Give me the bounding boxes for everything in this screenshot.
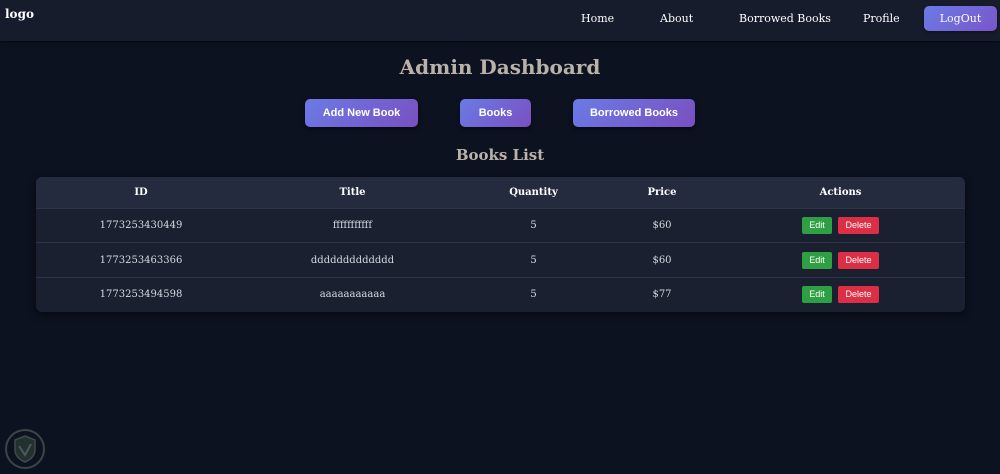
cell-actions: Edit Delete <box>716 208 965 243</box>
table-row: 1773253463366 ddddddddddddd 5 $60 Edit De… <box>36 242 965 278</box>
cell-actions: Edit Delete <box>716 243 965 278</box>
column-header-quantity: Quantity <box>509 186 558 198</box>
cell-id: 1773253463366 <box>99 254 183 266</box>
table-row: 1773253430449 fffffffffff 5 $60 Edit Dele… <box>36 208 965 243</box>
books-table: ID Title Quantity Price Actions 17732534… <box>36 177 965 312</box>
nav-link-borrowed-books[interactable]: Borrowed Books <box>739 12 831 25</box>
cell-title: ddddddddddddd <box>310 254 395 266</box>
cell-quantity: 5 <box>530 219 537 231</box>
table-row: 1773253494598 aaaaaaaaaaa 5 $77 Edit Dele… <box>36 277 965 312</box>
nav-link-about[interactable]: About <box>660 12 693 25</box>
column-header-price: Price <box>647 186 677 198</box>
delete-button[interactable]: Delete <box>838 216 879 234</box>
cell-id: 1773253494598 <box>99 289 183 301</box>
edit-button[interactable]: Edit <box>802 286 832 304</box>
cell-quantity: 5 <box>530 289 537 301</box>
books-button[interactable]: Books <box>460 99 531 127</box>
cell-price: $60 <box>652 254 672 266</box>
books-table-container: ID Title Quantity Price Actions 17732534… <box>36 177 965 312</box>
nav-link-profile[interactable]: Profile <box>863 12 900 25</box>
column-header-actions: Actions <box>819 186 862 198</box>
shield-watermark-icon <box>5 429 45 469</box>
add-new-book-button[interactable]: Add New Book <box>305 99 418 127</box>
cell-title: aaaaaaaaaaa <box>319 289 386 301</box>
cell-actions: Edit Delete <box>716 277 965 312</box>
cell-quantity: 5 <box>530 254 537 266</box>
edit-button[interactable]: Edit <box>802 216 832 234</box>
page-title: Admin Dashboard <box>399 55 601 79</box>
cell-title: fffffffffff <box>332 219 373 231</box>
cell-price: $60 <box>652 219 672 231</box>
delete-button[interactable]: Delete <box>838 286 879 304</box>
logo[interactable]: logo <box>5 7 34 21</box>
column-header-title: Title <box>339 186 366 198</box>
borrowed-books-button[interactable]: Borrowed Books <box>573 99 695 127</box>
delete-button[interactable]: Delete <box>838 251 879 269</box>
table-header-row: ID Title Quantity Price Actions <box>36 177 965 208</box>
edit-button[interactable]: Edit <box>802 251 832 269</box>
column-header-id: ID <box>134 186 148 198</box>
top-navbar: logo Home About Borrowed Books Profile L… <box>0 0 1000 41</box>
logout-button[interactable]: LogOut <box>924 6 997 31</box>
cell-price: $77 <box>652 289 672 301</box>
cell-id: 1773253430449 <box>99 219 183 231</box>
nav-link-home[interactable]: Home <box>581 12 614 25</box>
books-list-heading: Books List <box>455 146 545 164</box>
